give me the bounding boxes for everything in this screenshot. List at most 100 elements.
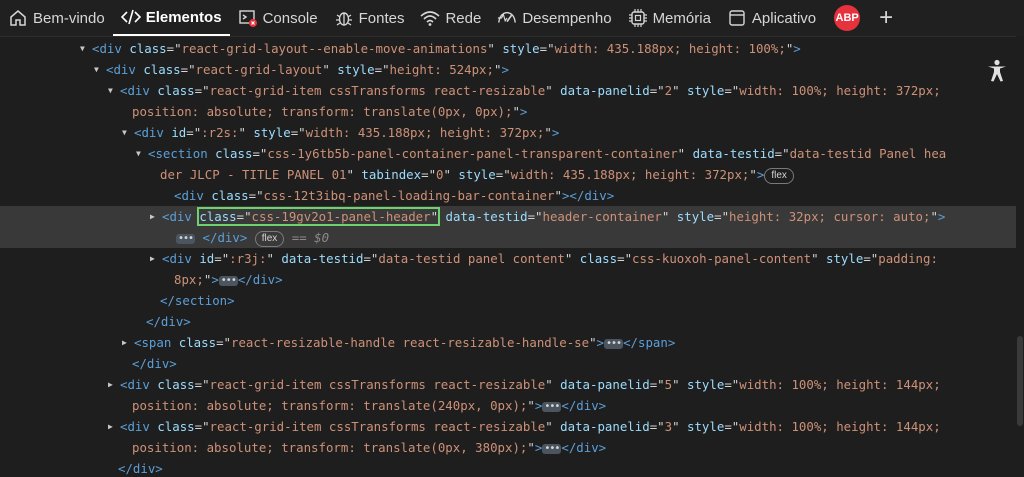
code-token: style <box>687 377 725 392</box>
add-tab-button[interactable]: + <box>876 4 896 32</box>
code-token: =" <box>539 41 555 56</box>
collapsed-children-ellipsis[interactable]: ••• <box>604 338 624 349</box>
code-token: height: 524px; <box>389 62 494 77</box>
code-token: =" <box>495 167 511 182</box>
code-token: style <box>458 167 496 182</box>
collapsed-children-ellipsis[interactable]: ••• <box>542 443 562 454</box>
code-token: class <box>157 419 195 434</box>
code-token: " <box>661 209 677 224</box>
tab-label: Elementos <box>145 8 222 26</box>
code-token: style <box>687 83 725 98</box>
dom-node-line[interactable]: </div> <box>0 458 1016 477</box>
dom-node-line[interactable]: </div> <box>0 311 1016 332</box>
code-token: class <box>157 377 195 392</box>
code-token: </section> <box>160 293 235 308</box>
highlighted-attribute[interactable]: class="css-19gv2o1-panel-header" <box>197 207 441 226</box>
code-token: style <box>676 209 715 224</box>
code-token: 5 <box>664 377 673 392</box>
code-token: > <box>534 440 543 455</box>
code-token: der JLCP - TITLE PANEL 01 <box>160 167 347 182</box>
dom-node-line[interactable]: 8px;"> ••• </div> <box>0 269 1016 290</box>
tab-bem-vindo[interactable]: Bem-vindo <box>0 0 113 36</box>
code-token: =" <box>248 188 264 203</box>
code-token: <div <box>162 251 200 266</box>
dom-node-line[interactable]: ▶ <div id=":r3j:" data-testid="data-testi… <box>0 248 1016 269</box>
dom-node-line[interactable]: </section> <box>0 290 1016 311</box>
code-token: position: absolute; transform: translate… <box>132 104 513 119</box>
dom-node-line[interactable]: ▼ <div class="react-grid-layout--enable-m… <box>0 38 1016 59</box>
flex-badge[interactable]: flex <box>254 230 285 247</box>
dom-node-line[interactable]: ▼ <div class="react-grid-item cssTransfor… <box>0 80 1016 101</box>
code-token: " <box>238 125 254 140</box>
flex-badge[interactable]: flex <box>764 167 794 184</box>
collapsed-children-ellipsis[interactable]: ••• <box>542 401 562 412</box>
code-token: =" <box>180 62 196 77</box>
code-token: tabindex <box>361 167 422 182</box>
code-token: " <box>749 167 757 182</box>
dom-node-line[interactable]: der JLCP - TITLE PANEL 01" tabindex="0" … <box>0 164 1016 185</box>
code-token: =" <box>252 146 268 161</box>
code-token: data-testid <box>445 209 528 224</box>
code-token: > <box>519 104 528 119</box>
code-token: <div <box>162 209 200 224</box>
dom-node-line[interactable]: ▶ <span class="react-resizable-handle rea… <box>0 332 1016 353</box>
code-token: class <box>199 209 237 224</box>
adblock-plus-icon[interactable]: ABP <box>834 5 861 31</box>
code-token: class <box>579 251 618 266</box>
tab-fontes[interactable]: Fontes <box>326 0 413 36</box>
code-token: =" <box>363 251 379 266</box>
dom-node-line[interactable]: ▶ <div class="css-19gv2o1-panel-header" d… <box>0 206 1016 227</box>
tab-memoria[interactable]: Memória <box>620 0 719 36</box>
code-token: =" <box>374 62 390 77</box>
code-token: 8px; <box>174 272 204 287</box>
code-token: " <box>589 335 597 350</box>
code-token: react-grid-layout--enable-move-animation… <box>181 41 488 56</box>
code-token: </div> <box>237 272 283 287</box>
dom-tree-scrollbar[interactable] <box>1016 36 1024 477</box>
dom-node-line[interactable]: position: absolute; transform: translate… <box>0 437 1016 458</box>
code-token: " <box>672 83 688 98</box>
dom-node-line[interactable]: ▶ <div class="react-grid-item cssTransfor… <box>0 416 1016 437</box>
code-token: </div> <box>132 356 177 371</box>
dom-node-line[interactable]: position: absolute; transform: translate… <box>0 395 1016 416</box>
code-token: id <box>199 251 215 266</box>
code-token: data-testid Panel hea <box>789 146 947 161</box>
collapsed-children-ellipsis[interactable]: ••• <box>218 275 238 286</box>
code-token: =" <box>714 209 730 224</box>
elements-dom-tree[interactable]: ▼ <div class="react-grid-layout--enable-m… <box>0 36 1024 477</box>
code-token: " <box>512 104 520 119</box>
dom-node-line[interactable]: ▶ <div class="react-grid-item cssTransfor… <box>0 374 1016 395</box>
dom-node-line[interactable]: ••• </div> flex == $0 <box>0 227 1016 248</box>
dom-node-line[interactable]: <div class="css-12t3ibq-panel-loading-ba… <box>0 185 1016 206</box>
code-token: > <box>793 41 801 56</box>
tab-console[interactable]: Console <box>230 0 326 36</box>
code-token: data-panelid <box>560 419 650 434</box>
code-token: css-kuoxoh-panel-content <box>632 251 812 266</box>
code-token: " <box>677 146 693 161</box>
code-token: " <box>545 419 561 434</box>
code-token: data-panelid <box>560 83 650 98</box>
dom-node-line[interactable]: ▼ <section class="css-1y6tb5b-panel-conta… <box>0 143 1016 164</box>
tab-elementos[interactable]: Elementos <box>112 0 230 36</box>
code-token: class <box>215 146 253 161</box>
dom-node-line[interactable]: </div> <box>0 353 1016 374</box>
tab-aplicativo[interactable]: Aplicativo <box>719 0 824 36</box>
code-token: data-testid panel content <box>378 251 565 266</box>
code-token: css-1y6tb5b-panel-container-panel-transp… <box>267 146 678 161</box>
code-token: =" <box>617 251 633 266</box>
code-token: position: absolute; transform: translate… <box>132 398 528 413</box>
dom-node-line[interactable]: position: absolute; transform: translate… <box>0 101 1016 122</box>
tab-label: Memória <box>652 9 711 27</box>
accessibility-icon[interactable] <box>984 58 1010 84</box>
code-token: width: 435.188px; height: 372px; <box>305 125 545 140</box>
code-token: > <box>937 209 946 224</box>
code-token: width: 100%; height: 372px; <box>739 83 941 98</box>
tab-desempenho[interactable]: Desempenho <box>489 0 619 36</box>
dom-node-line[interactable]: ▼ <div class="react-grid-layout" style="h… <box>0 59 1016 80</box>
dom-node-line[interactable]: ▼ <div id=":r2s:" style="width: 435.188px… <box>0 122 1016 143</box>
collapsed-children-ellipsis[interactable]: ••• <box>176 233 196 244</box>
code-token: =" <box>214 251 230 266</box>
tab-rede[interactable]: Rede <box>412 0 489 36</box>
scrollbar-thumb[interactable] <box>1017 336 1023 426</box>
